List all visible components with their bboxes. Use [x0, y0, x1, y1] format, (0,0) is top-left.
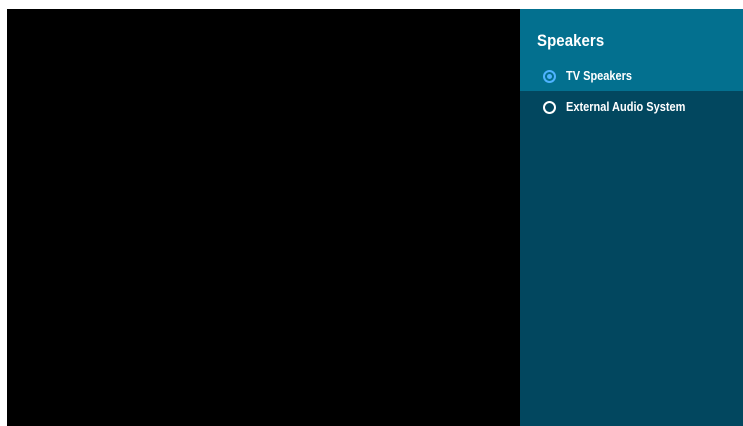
option-tv-speakers[interactable]: TV Speakers — [520, 61, 743, 91]
panel-title: Speakers — [537, 31, 605, 50]
radio-selected-icon — [543, 69, 556, 83]
speakers-settings-panel: Speakers TV Speakers External Audio Syst… — [520, 9, 743, 426]
option-label: External Audio System — [566, 100, 686, 114]
option-label: TV Speakers — [566, 69, 633, 83]
option-external-audio-system[interactable]: External Audio System — [520, 91, 743, 123]
radio-unselected-icon — [543, 100, 556, 114]
